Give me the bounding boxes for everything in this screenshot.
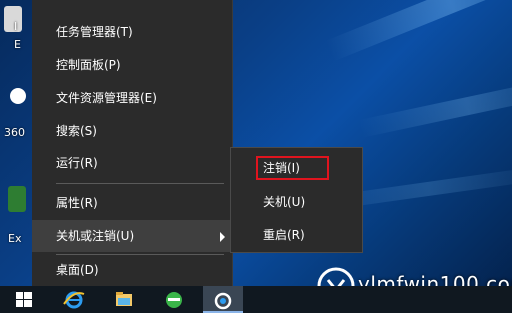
file-explorer-icon [116, 292, 132, 306]
shutdown-submenu: 注销(I) 关机(U) 重启(R) [230, 147, 363, 253]
menu-item-search[interactable]: 搜索(S) [32, 115, 233, 147]
menu-item-label: 任务管理器(T) [56, 25, 133, 39]
windows-start-icon [16, 292, 32, 307]
desktop-icon-360[interactable] [10, 88, 26, 104]
desktop-icon-excel[interactable] [8, 186, 26, 212]
wallpaper-light-beam [325, 0, 512, 62]
menu-separator [56, 183, 224, 184]
menu-item-label: 运行(R) [56, 156, 98, 170]
menu-item-desktop[interactable]: 桌面(D) [32, 254, 233, 286]
internet-explorer-icon [63, 291, 85, 309]
desktop-icon-label: E [14, 38, 21, 51]
menu-item-properties[interactable]: 属性(R) [32, 187, 233, 219]
menu-item-run[interactable]: 运行(R) [32, 147, 233, 179]
start-button[interactable] [4, 286, 44, 313]
menu-item-file-explorer[interactable]: 文件资源管理器(E) [32, 82, 233, 114]
active-app-icon [214, 292, 232, 310]
menu-item-shutdown-or-signout[interactable]: 关机或注销(U) [32, 220, 233, 252]
winx-context-menu: 任务管理器(T) 控制面板(P) 文件资源管理器(E) 搜索(S) 运行(R) … [32, 0, 233, 286]
chevron-right-icon [220, 232, 225, 242]
browser-360-icon [166, 292, 182, 308]
taskbar-file-explorer[interactable] [104, 286, 144, 313]
desktop-screen: I E 360 Ex 任务管理器(T) 控制面板(P) 文件资源管理器(E) 搜… [0, 0, 512, 313]
menu-item-label: 桌面(D) [56, 263, 99, 277]
desktop-icon-label: I [14, 20, 18, 33]
menu-item-label: 关机或注销(U) [56, 229, 135, 243]
menu-item-label: 文件资源管理器(E) [56, 91, 157, 105]
red-highlight-annotation [256, 156, 329, 180]
taskbar-360-browser[interactable] [154, 286, 194, 313]
submenu-item-restart[interactable]: 重启(R) [231, 219, 362, 251]
taskbar-active-app[interactable] [203, 286, 243, 313]
taskbar-internet-explorer[interactable] [54, 286, 94, 313]
submenu-item-label: 关机(U) [263, 195, 306, 209]
menu-item-label: 属性(R) [56, 196, 98, 210]
desktop-icon-label: 360 [4, 126, 25, 139]
menu-item-label: 搜索(S) [56, 124, 97, 138]
submenu-item-shutdown[interactable]: 关机(U) [231, 186, 362, 218]
submenu-item-label: 重启(R) [263, 228, 305, 242]
taskbar [0, 286, 512, 313]
desktop-icon-label: Ex [8, 232, 22, 245]
wallpaper-light-beam [358, 74, 512, 138]
menu-item-label: 控制面板(P) [56, 58, 121, 72]
desktop-icon-1[interactable] [4, 6, 22, 32]
menu-item-control-panel[interactable]: 控制面板(P) [32, 49, 233, 81]
menu-item-task-manager[interactable]: 任务管理器(T) [32, 16, 233, 48]
